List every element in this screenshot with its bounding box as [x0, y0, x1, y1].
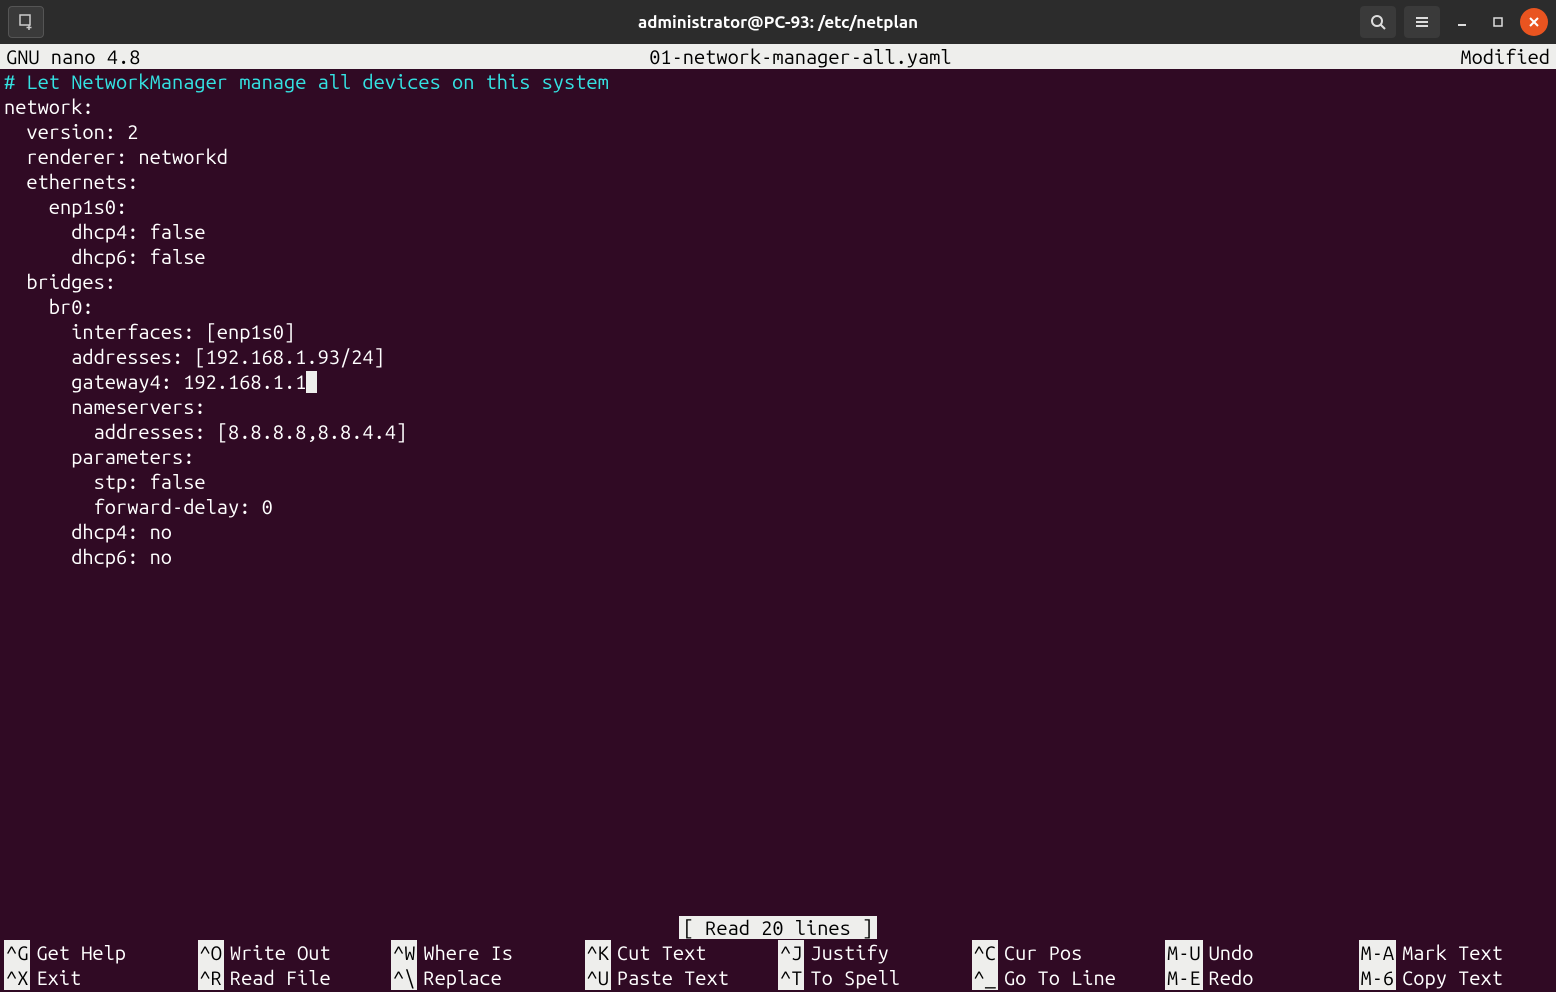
yaml-comment: # Let NetworkManager manage all devices … [4, 70, 609, 93]
maximize-icon [1492, 16, 1504, 28]
shortcut-cut-text: ^KCut Text [585, 940, 779, 965]
yaml-line: bridges: [4, 270, 116, 293]
shortcut-label: Cur Pos [1004, 940, 1082, 965]
shortcut-label: Paste Text [617, 965, 729, 990]
new-tab-button[interactable] [8, 6, 44, 38]
shortcut-label: Write Out [230, 940, 331, 965]
shortcut-label: Where Is [423, 940, 513, 965]
yaml-line: addresses: [8.8.8.8,8.8.4.4] [4, 420, 407, 443]
text-cursor [306, 371, 317, 393]
shortcut-label: Go To Line [1004, 965, 1116, 990]
shortcut-label: Copy Text [1402, 965, 1503, 990]
shortcut-key: ^O [198, 940, 224, 965]
shortcut-read-file: ^RRead File [198, 965, 392, 990]
window-titlebar: administrator@PC-93: /etc/netplan [0, 0, 1556, 44]
shortcut-key: M-A [1359, 940, 1397, 965]
read-lines-status: [ Read 20 lines ] [679, 916, 877, 939]
minimize-icon [1456, 16, 1468, 28]
nano-shortcuts: ^GGet Help^OWrite Out^WWhere Is^KCut Tex… [0, 940, 1556, 992]
yaml-line: renderer: networkd [4, 145, 228, 168]
shortcut-key: ^\ [391, 965, 417, 990]
yaml-line: enp1s0: [4, 195, 127, 218]
maximize-button[interactable] [1484, 8, 1512, 36]
shortcut-undo: M-UUndo [1165, 940, 1359, 965]
shortcut-key: ^J [778, 940, 804, 965]
shortcut-label: Exit [36, 965, 81, 990]
yaml-line: dhcp6: no [4, 545, 172, 568]
shortcut-exit: ^XExit [4, 965, 198, 990]
shortcut-label: Cut Text [617, 940, 707, 965]
shortcut-key: ^T [778, 965, 804, 990]
nano-app-name: GNU nano 4.8 [6, 44, 140, 69]
yaml-line: br0: [4, 295, 94, 318]
yaml-line: version: 2 [4, 120, 138, 143]
shortcut-label: Mark Text [1402, 940, 1503, 965]
yaml-line: forward-delay: 0 [4, 495, 273, 518]
shortcut-label: Replace [423, 965, 501, 990]
shortcut-paste-text: ^UPaste Text [585, 965, 779, 990]
yaml-line: nameservers: [4, 395, 206, 418]
shortcut-key: M-U [1165, 940, 1203, 965]
editor-content[interactable]: # Let NetworkManager manage all devices … [0, 69, 1556, 915]
shortcut-mark-text: M-AMark Text [1359, 940, 1553, 965]
yaml-line: ethernets: [4, 170, 138, 193]
shortcut-key: ^U [585, 965, 611, 990]
shortcut-key: M-E [1165, 965, 1203, 990]
nano-modified-status: Modified [1460, 44, 1550, 69]
shortcut-where-is: ^WWhere Is [391, 940, 585, 965]
yaml-line: network: [4, 95, 94, 118]
search-icon [1369, 13, 1387, 31]
shortcut-label: To Spell [810, 965, 900, 990]
shortcut-write-out: ^OWrite Out [198, 940, 392, 965]
yaml-line: dhcp4: no [4, 520, 172, 543]
shortcut-go-to-line: ^_Go To Line [972, 965, 1166, 990]
shortcut-copy-text: M-6Copy Text [1359, 965, 1553, 990]
shortcut-key: ^W [391, 940, 417, 965]
shortcut-to-spell: ^TTo Spell [778, 965, 972, 990]
close-icon [1528, 16, 1540, 28]
shortcut-cur-pos: ^CCur Pos [972, 940, 1166, 965]
menu-button[interactable] [1404, 6, 1440, 38]
shortcut-label: Get Help [36, 940, 126, 965]
shortcut-label: Undo [1209, 940, 1254, 965]
yaml-line: addresses: [192.168.1.93/24] [4, 345, 385, 368]
yaml-line: dhcp6: false [4, 245, 206, 268]
shortcut-label: Justify [810, 940, 888, 965]
shortcut-key: ^X [4, 965, 30, 990]
shortcut-key: ^_ [972, 965, 998, 990]
yaml-line: gateway4: 192.168.1.1 [4, 370, 306, 393]
shortcut-get-help: ^GGet Help [4, 940, 198, 965]
shortcut-label: Read File [230, 965, 331, 990]
yaml-line: parameters: [4, 445, 194, 468]
nano-file-name: 01-network-manager-all.yaml [140, 44, 1460, 69]
shortcut-replace: ^\Replace [391, 965, 585, 990]
yaml-line: interfaces: [enp1s0] [4, 320, 295, 343]
shortcut-redo: M-ERedo [1165, 965, 1359, 990]
yaml-line: dhcp4: false [4, 220, 206, 243]
new-tab-icon [17, 13, 35, 31]
shortcut-key: ^G [4, 940, 30, 965]
shortcut-key: ^R [198, 965, 224, 990]
window-title: administrator@PC-93: /etc/netplan [638, 13, 918, 32]
yaml-line: stp: false [4, 470, 206, 493]
close-button[interactable] [1520, 8, 1548, 36]
shortcut-justify: ^JJustify [778, 940, 972, 965]
shortcut-key: ^K [585, 940, 611, 965]
shortcut-key: ^C [972, 940, 998, 965]
minimize-button[interactable] [1448, 8, 1476, 36]
hamburger-icon [1413, 13, 1431, 31]
nano-status-line: [ Read 20 lines ] [0, 915, 1556, 940]
nano-header: GNU nano 4.8 01-network-manager-all.yaml… [0, 44, 1556, 69]
search-button[interactable] [1360, 6, 1396, 38]
shortcut-key: M-6 [1359, 965, 1397, 990]
shortcut-label: Redo [1209, 965, 1254, 990]
